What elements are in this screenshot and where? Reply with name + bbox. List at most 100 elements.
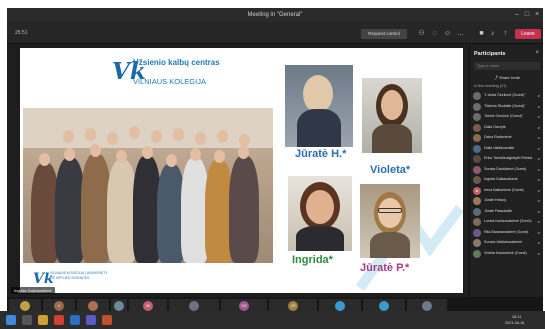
mic-off-icon: ⌀ [537, 198, 540, 203]
participant-name: Daiva Radanienė [484, 135, 512, 139]
mic-off-icon: ⌀ [537, 103, 540, 109]
participant-row[interactable]: Dalia Vaidikovnaitė ⌀ [473, 144, 541, 155]
avatar [473, 102, 481, 111]
mic-off-icon: ⌀ [537, 240, 540, 245]
participant-name: Dalia Vaidikovnaitė [484, 145, 515, 150]
participants-section-header[interactable]: In this meeting (21) [474, 84, 507, 88]
leave-button[interactable]: Leave [515, 29, 541, 39]
mic-off-icon: ⌀ [537, 156, 540, 161]
windows-taskbar: 16:11 2021-04-16 [0, 311, 545, 329]
participant-name: Loreta Karūzauskienė (SonGuy)... [484, 219, 532, 223]
small-logo-text: VILNIAUS KOLEGIJA | UNIVERSITY OF APPLIE… [50, 271, 108, 280]
participant-name: Sonata Dauškienė (Guest) [484, 166, 527, 171]
minimize-icon[interactable]: – [513, 11, 521, 19]
share-invite-label: Share invite [499, 75, 521, 80]
participant-name: Violeta Kaukulienė (Guest) [484, 250, 527, 255]
name-jurate-h: Jūratė H.* [295, 148, 347, 160]
tile-avatar: V [54, 301, 64, 311]
avatar [473, 249, 481, 258]
powerpoint-icon[interactable] [102, 315, 112, 325]
participant-row[interactable]: Loreta Karūzauskienė (SonGuy)... ⌀ [473, 217, 541, 228]
avatar: IB [473, 186, 481, 195]
participant-row[interactable]: Ingrida Galkauskienė ⌀ [473, 175, 541, 186]
participant-name: Rita Baranauskienė (Guest) [484, 229, 529, 234]
tile-avatar [114, 301, 124, 311]
mic-off-icon: ⌀ [537, 187, 540, 193]
mic-off-icon: ⌀ [537, 135, 540, 140]
clock-time: 16:11 [512, 315, 522, 319]
start-icon[interactable] [6, 315, 16, 325]
tile-avatar [422, 301, 432, 311]
tile-avatar: DG [239, 301, 249, 311]
participant-row[interactable]: Jūratė Helooy ⌀ [473, 196, 541, 207]
tile-avatar [189, 301, 199, 311]
mic-off-icon: ⌀ [537, 219, 540, 224]
participant-name: Erika Tamšiūnaigiūtytė-Petrikai... [484, 156, 532, 160]
participant-row[interactable]: Sonata Dauškienė (Guest) ⌀ [473, 165, 541, 176]
photo-jurate-h [285, 65, 353, 147]
share-icon[interactable]: ↑ [501, 29, 510, 38]
more-icon[interactable]: … [456, 29, 465, 38]
photo-ingrida [288, 176, 352, 251]
participant-row[interactable]: IB Irena Balkažienė (Guest) ⌀ [473, 186, 541, 197]
participant-row[interactable]: Dalia Gavrytė ⌀ [473, 123, 541, 134]
maximize-icon[interactable]: □ [523, 11, 531, 19]
participant-row[interactable]: "Nidona Škuliatie (Guest)" ⌀ [473, 102, 541, 113]
participant-name: "Nidona Škuliatie (Guest)" [484, 103, 526, 108]
logo-centre-text: Užsienio kalbų centras [133, 58, 220, 67]
avatar [473, 165, 481, 174]
participant-name: Dalia Gavrytė [484, 124, 506, 129]
avatar [473, 197, 481, 205]
mic-off-icon: ⌀ [537, 93, 540, 98]
participant-row[interactable]: Jūratė Pataukaitė ⌀ [473, 207, 541, 218]
avatar [473, 144, 481, 153]
file-explorer-icon[interactable] [38, 315, 48, 325]
tile-avatar [335, 301, 345, 311]
participant-name: Sonata Vaišiakauskienė [484, 240, 523, 244]
participant-row[interactable]: "L'Anita Čiurlionė (Guest)" ⌀ [473, 91, 541, 102]
presenter-name-tag: Ingrida Galkauskienė [11, 287, 55, 294]
chrome-icon[interactable] [54, 315, 64, 325]
participant-row[interactable]: Sonata Vaišiakauskienė ⌀ [473, 238, 541, 249]
reactions-icon[interactable]: ☺ [443, 29, 452, 38]
avatar [473, 92, 481, 100]
meeting-timer: 25:51 [15, 30, 28, 36]
tile-avatar [20, 301, 30, 311]
share-invite-button[interactable]: ⤴ Share invite [474, 74, 540, 82]
mic-icon[interactable]: ♪ [488, 29, 497, 38]
chat-icon[interactable]: ◌ [430, 29, 439, 38]
close-icon[interactable]: × [533, 11, 541, 19]
mic-off-icon: ⌀ [537, 208, 540, 214]
tile-avatar [379, 301, 389, 311]
teams-icon[interactable] [86, 315, 96, 325]
search-icon[interactable] [22, 315, 32, 325]
participant-search-input[interactable]: Type a name [474, 62, 540, 70]
participant-row[interactable]: "Airidė Ovsrūnė (Guest)" ⌀ [473, 112, 541, 123]
group-photo [23, 108, 273, 263]
mic-off-icon: ⌀ [537, 114, 540, 119]
participant-name: Irena Balkažienė (Guest) [484, 187, 524, 192]
avatar [473, 207, 481, 216]
participant-row[interactable]: Daiva Radanienė ⌀ [473, 133, 541, 144]
participant-row[interactable]: Erika Tamšiūnaigiūtytė-Petrikai... ⌀ [473, 154, 541, 165]
participants-list: "L'Anita Čiurlionė (Guest)" ⌀ "Nidona Škul… [473, 91, 541, 259]
participant-name: "L'Anita Čiurlionė (Guest)" [484, 93, 526, 97]
participants-title: Participants [474, 51, 506, 57]
name-jurate-p: Jūratė P.* [360, 262, 410, 274]
participant-name: Jūratė Pataukaitė [484, 208, 512, 213]
presentation-slide: Vk Užsienio kalbų centras VILNIAUS KOLEG… [20, 48, 463, 293]
participant-row[interactable]: Rita Baranauskienė (Guest) ⌀ [473, 228, 541, 239]
avatar [473, 218, 481, 226]
participant-name: Jūratė Helooy [484, 198, 507, 202]
people-icon[interactable]: ⚇ [417, 29, 426, 38]
request-control-button[interactable]: Request control [361, 29, 407, 39]
participant-row[interactable]: Violeta Kaukulienė (Guest) ⌀ [473, 249, 541, 260]
participant-name: Ingrida Galkauskienė [484, 177, 518, 181]
camera-icon[interactable]: ■ [477, 29, 486, 38]
tile-avatar [88, 301, 98, 311]
close-panel-icon[interactable]: × [535, 50, 539, 56]
word-icon[interactable] [70, 315, 80, 325]
participants-panel: Participants × Type a name ⤴ Share invit… [469, 45, 543, 297]
mic-off-icon: ⌀ [537, 177, 540, 182]
avatar [473, 123, 481, 132]
